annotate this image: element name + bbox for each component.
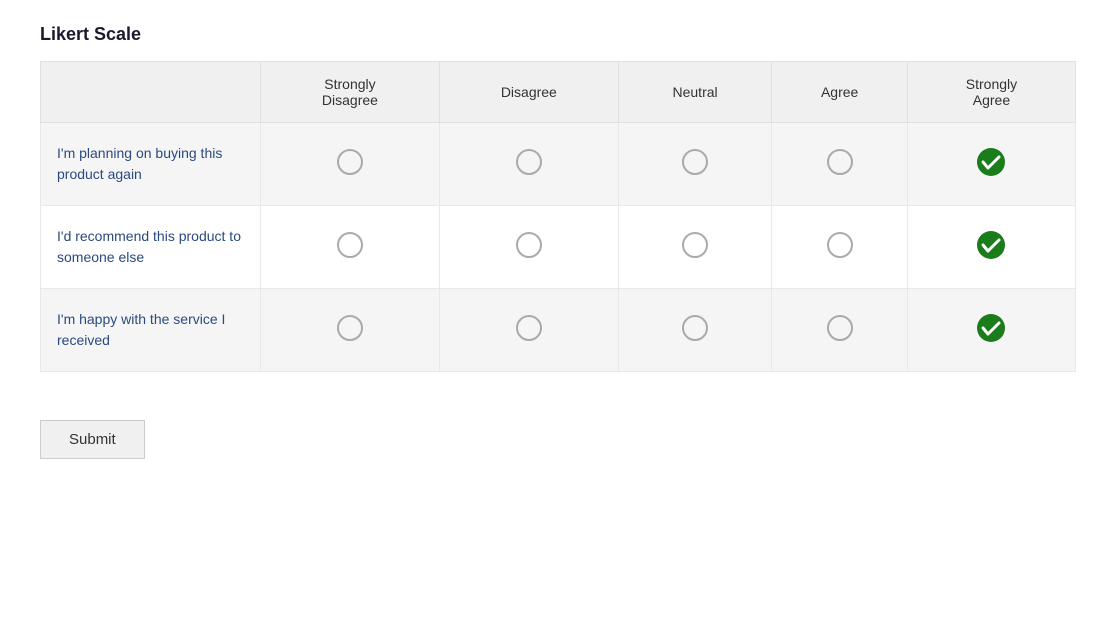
unchecked-radio-icon[interactable]	[682, 149, 708, 175]
row-2-option-d[interactable]	[439, 289, 618, 372]
table-row: I'd recommend this product to someone el…	[41, 206, 1076, 289]
row-0-option-a[interactable]	[772, 123, 908, 206]
row-1-option-a[interactable]	[772, 206, 908, 289]
row-2-option-a[interactable]	[772, 289, 908, 372]
row-2-option-n[interactable]	[618, 289, 772, 372]
unchecked-radio-icon[interactable]	[827, 149, 853, 175]
col-header-strongly-disagree: StronglyDisagree	[261, 62, 440, 123]
unchecked-radio-icon[interactable]	[337, 315, 363, 341]
row-0-option-d[interactable]	[439, 123, 618, 206]
row-1-question: I'd recommend this product to someone el…	[41, 206, 261, 289]
unchecked-radio-icon[interactable]	[682, 232, 708, 258]
unchecked-radio-icon[interactable]	[682, 315, 708, 341]
unchecked-radio-icon[interactable]	[827, 315, 853, 341]
row-0-option-sa[interactable]	[907, 123, 1075, 206]
checked-radio-icon	[976, 147, 1006, 177]
row-1-option-d[interactable]	[439, 206, 618, 289]
row-2-question: I'm happy with the service I received	[41, 289, 261, 372]
checked-radio-icon	[976, 230, 1006, 260]
submit-button[interactable]: Submit	[40, 420, 145, 459]
row-1-option-sd[interactable]	[261, 206, 440, 289]
table-header-row: StronglyDisagree Disagree Neutral Agree …	[41, 62, 1076, 123]
unchecked-radio-icon[interactable]	[827, 232, 853, 258]
row-2-option-sd[interactable]	[261, 289, 440, 372]
row-0-option-sd[interactable]	[261, 123, 440, 206]
likert-table: StronglyDisagree Disagree Neutral Agree …	[40, 61, 1076, 372]
row-0-question: I'm planning on buying this product agai…	[41, 123, 261, 206]
unchecked-radio-icon[interactable]	[337, 149, 363, 175]
unchecked-radio-icon[interactable]	[516, 315, 542, 341]
row-1-option-n[interactable]	[618, 206, 772, 289]
col-header-strongly-agree: StronglyAgree	[907, 62, 1075, 123]
col-header-agree: Agree	[772, 62, 908, 123]
checked-radio-icon	[976, 313, 1006, 343]
col-header-question	[41, 62, 261, 123]
page-title: Likert Scale	[40, 24, 1076, 45]
table-row: I'm happy with the service I received	[41, 289, 1076, 372]
unchecked-radio-icon[interactable]	[516, 149, 542, 175]
table-row: I'm planning on buying this product agai…	[41, 123, 1076, 206]
col-header-disagree: Disagree	[439, 62, 618, 123]
unchecked-radio-icon[interactable]	[516, 232, 542, 258]
row-0-option-n[interactable]	[618, 123, 772, 206]
col-header-neutral: Neutral	[618, 62, 772, 123]
unchecked-radio-icon[interactable]	[337, 232, 363, 258]
row-2-option-sa[interactable]	[907, 289, 1075, 372]
row-1-option-sa[interactable]	[907, 206, 1075, 289]
likert-scale-container: Likert Scale StronglyDisagree Disagree N…	[40, 24, 1076, 459]
